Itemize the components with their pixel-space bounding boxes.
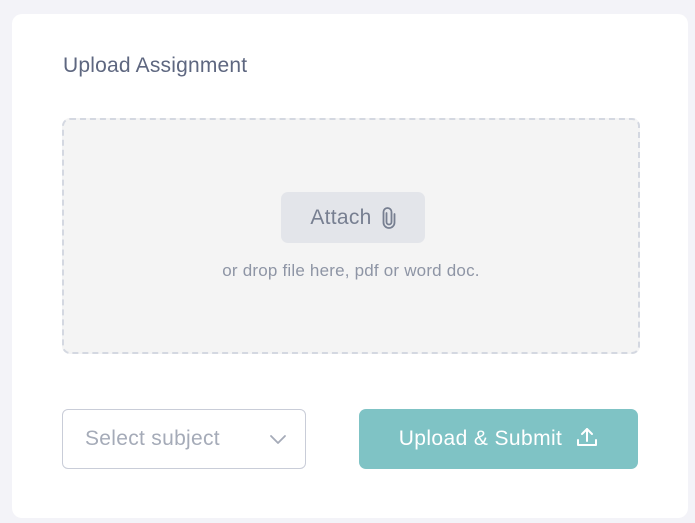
drop-hint-text: or drop file here, pdf or word doc. <box>222 261 480 280</box>
upload-submit-label: Upload & Submit <box>398 427 563 450</box>
subject-select[interactable]: Select subject <box>62 409 306 469</box>
upload-submit-button[interactable]: Upload & Submit <box>359 409 638 469</box>
attach-button-label: Attach <box>310 205 372 229</box>
upload-assignment-card: Upload Assignment Attach or drop file he… <box>12 14 688 518</box>
upload-icon <box>576 426 598 453</box>
subject-select-placeholder: Select subject <box>85 427 220 450</box>
attach-button[interactable]: Attach <box>281 192 425 243</box>
paperclip-icon <box>382 206 396 229</box>
card-title: Upload Assignment <box>63 54 248 77</box>
file-dropzone[interactable]: Attach or drop file here, pdf or word do… <box>62 118 640 354</box>
